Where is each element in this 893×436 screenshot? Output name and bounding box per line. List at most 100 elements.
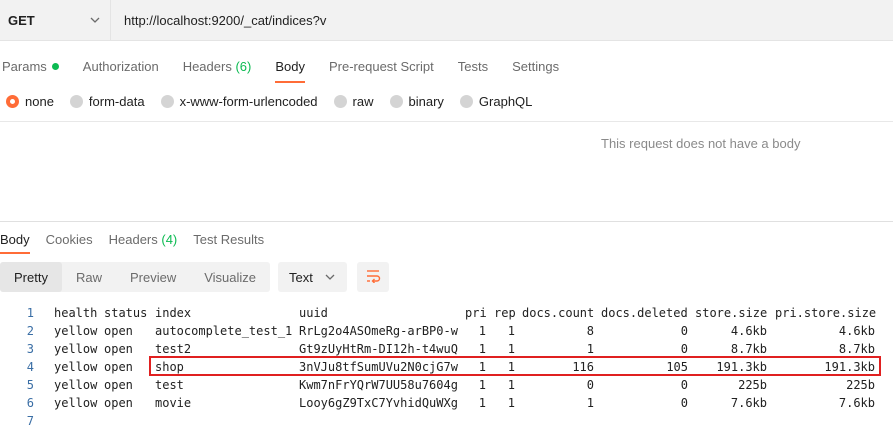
cell-pri: 1: [478, 396, 486, 410]
cell-docs-deleted: 0: [680, 396, 688, 410]
tab-authorization[interactable]: Authorization: [83, 52, 159, 80]
tab-pre-request-script-label: Pre-request Script: [328, 58, 434, 74]
format-visualize-button[interactable]: Visualize: [190, 262, 270, 292]
cell-rep: 1: [507, 324, 515, 338]
params-indicator-dot: [51, 62, 59, 70]
format-pretty-button[interactable]: Pretty: [0, 262, 62, 292]
cell-status: open: [104, 342, 133, 356]
response-tab-headers[interactable]: Headers (4): [109, 232, 178, 247]
radio-binary[interactable]: binary: [389, 94, 444, 109]
response-tab-body[interactable]: Body: [0, 232, 30, 254]
response-format-select[interactable]: Text: [278, 262, 348, 292]
format-toolbar: Pretty Raw Preview Visualize Text: [0, 262, 390, 292]
format-preview-button[interactable]: Preview: [116, 262, 190, 292]
cell-rep: 1: [507, 396, 515, 410]
request-tabs: Params Authorization Headers (6) Body Pr…: [0, 52, 583, 83]
cell-uuid: RrLg2o4ASOmeRg-arBP0-w: [299, 324, 458, 338]
divider: [0, 121, 893, 122]
url-input[interactable]: http://localhost:9200/_cat/indices?v: [111, 0, 893, 41]
radio-form-data[interactable]: form-data: [69, 94, 145, 109]
radio-none-label: none: [25, 93, 54, 109]
code-line: 2 yellow open autocomplete_test_1 RrLg2o…: [0, 322, 893, 340]
line-number: 4: [26, 360, 34, 374]
cell-index: test: [155, 378, 184, 392]
cell-health: yellow: [54, 396, 98, 410]
cell-index: movie: [155, 396, 192, 410]
line-number: 1: [26, 306, 34, 320]
header-pri-store-size: pri.store.size: [775, 306, 877, 320]
header-store-size: store.size: [695, 306, 768, 320]
cell-health: yellow: [54, 378, 98, 392]
cell-docs-deleted: 0: [680, 378, 688, 392]
header-uuid: uuid: [299, 306, 328, 320]
cell-pri-store-size: 4.6kb: [838, 324, 875, 338]
radio-unselected-icon: [459, 94, 473, 108]
request-url-bar: GET http://localhost:9200/_cat/indices?v: [0, 0, 893, 41]
header-docs-count: docs.count: [522, 306, 595, 320]
cell-pri: 1: [478, 324, 486, 338]
line-number: 2: [26, 324, 34, 338]
tab-body[interactable]: Body: [275, 52, 305, 83]
tab-headers[interactable]: Headers (6): [183, 52, 252, 80]
response-tabs: Body Cookies Headers (4) Test Results: [0, 229, 280, 254]
cell-store-size: 7.6kb: [730, 396, 767, 410]
tab-settings[interactable]: Settings: [512, 52, 559, 80]
line-number: 5: [26, 378, 34, 392]
radio-none[interactable]: none: [6, 94, 54, 109]
code-line: 6 yellow open movie Looy6gZ9TxC7YvhidQuW…: [0, 394, 893, 412]
cell-store-size: 4.6kb: [730, 324, 767, 338]
response-tab-headers-count: (4): [161, 231, 178, 247]
tab-headers-label: Headers: [182, 58, 232, 74]
radio-raw[interactable]: raw: [333, 93, 374, 109]
radio-x-www-form-urlencoded[interactable]: x-www-form-urlencoded: [160, 93, 318, 109]
tab-settings-label: Settings: [512, 58, 560, 74]
method-label: GET: [8, 12, 35, 28]
radio-unselected-icon: [69, 94, 83, 108]
tab-tests[interactable]: Tests: [458, 52, 488, 80]
radio-unselected-icon: [333, 94, 347, 108]
response-tab-test-results[interactable]: Test Results: [193, 232, 264, 247]
cell-status: open: [104, 324, 133, 338]
tab-pre-request-script[interactable]: Pre-request Script: [329, 52, 434, 80]
cell-health: yellow: [54, 342, 98, 356]
cell-status: open: [104, 396, 133, 410]
header-rep: rep: [494, 306, 516, 320]
radio-graphql[interactable]: GraphQL: [459, 93, 533, 109]
cell-pri: 1: [478, 378, 486, 392]
divider: [0, 221, 893, 222]
cell-uuid: Looy6gZ9TxC7YvhidQuWXg: [299, 396, 458, 410]
response-tab-headers-label: Headers: [108, 231, 158, 247]
radio-raw-label: raw: [352, 93, 374, 109]
cell-status: open: [104, 360, 133, 374]
radio-unselected-icon: [389, 94, 403, 108]
highlight-box: [149, 356, 881, 376]
code-line: 5 yellow open test Kwm7nFrYQrW7UU58u7604…: [0, 376, 893, 394]
cell-pri-store-size: 225b: [846, 378, 875, 392]
body-type-radios: none form-data x-www-form-urlencoded raw…: [6, 92, 548, 110]
cell-docs-count: 1: [586, 396, 594, 410]
chevron-down-icon: [90, 15, 100, 25]
cell-store-size: 225b: [738, 378, 767, 392]
tab-body-label: Body: [275, 58, 305, 74]
cell-docs-count: 0: [586, 378, 594, 392]
header-index: index: [155, 306, 192, 320]
wrap-lines-icon: [365, 269, 381, 286]
radio-graphql-label: GraphQL: [478, 93, 533, 109]
method-select[interactable]: GET: [0, 0, 111, 41]
radio-unselected-icon: [160, 94, 174, 108]
code-line: 7: [0, 412, 893, 430]
response-tab-cookies[interactable]: Cookies: [46, 232, 93, 247]
tab-tests-label: Tests: [457, 58, 489, 74]
header-pri: pri: [465, 306, 487, 320]
header-health: health: [54, 306, 98, 320]
wrap-lines-button[interactable]: [357, 262, 390, 292]
tab-params[interactable]: Params: [2, 52, 59, 80]
tab-params-label: Params: [2, 58, 47, 74]
format-raw-button[interactable]: Raw: [62, 262, 116, 292]
header-docs-deleted: docs.deleted: [601, 306, 688, 320]
cell-docs-count: 8: [586, 324, 594, 338]
radio-x-www-form-urlencoded-label: x-www-form-urlencoded: [179, 93, 318, 109]
line-number: 7: [26, 414, 34, 428]
format-segmented-control: Pretty Raw Preview Visualize: [0, 262, 271, 292]
line-number: 3: [26, 342, 34, 356]
